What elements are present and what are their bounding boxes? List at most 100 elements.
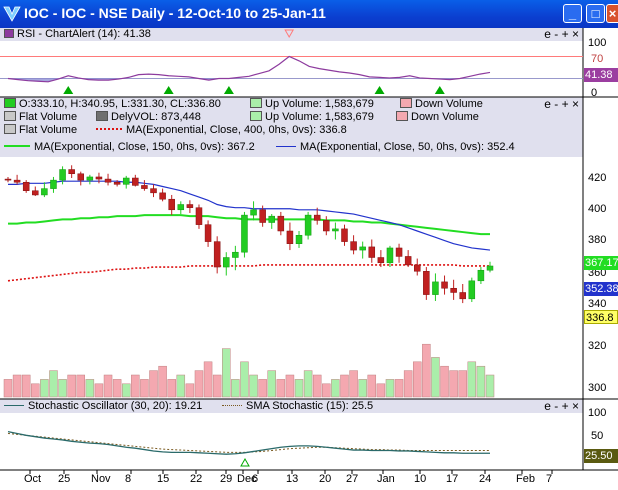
candle-body [4,178,12,181]
volume-bar [231,379,240,398]
volume-bar [249,374,258,398]
volume-bar [440,365,449,398]
volume-bar [76,374,86,398]
volume-bar [67,374,76,398]
chart-plot [0,28,618,474]
x-axis-label: 20 [319,473,332,485]
candle-body [295,234,303,244]
candle-body [204,224,212,242]
rsi-tick-100: 100 [588,37,607,49]
candle-body [159,192,166,200]
volume-bar [476,365,486,398]
candle-body [423,271,430,295]
rsi-sell-arrow-icon [284,29,295,39]
candle-body [213,241,221,268]
volume-bar [303,370,313,398]
candle-body [32,190,39,196]
volume-bar [285,374,295,398]
x-axis-label: 25 [58,473,71,485]
candle-body [195,207,203,225]
candle-body [250,209,257,216]
candle-body [50,179,57,189]
candle-body [150,188,157,194]
volume-bar [167,379,176,398]
volume-bar [322,383,331,398]
x-axis-label: 13 [286,473,299,485]
candle-body [441,281,448,289]
candle-body [395,247,403,257]
volume-bar [31,383,40,398]
volume-bar [140,379,149,398]
rsi-buy-arrow-icon [434,86,445,94]
volume-bar [331,379,340,398]
volume-bar [358,379,367,398]
candle-body [22,181,30,191]
volume-bar [485,374,495,398]
x-axis-label: Oct [24,473,42,485]
candle-body [341,228,348,242]
volume-bar [176,374,186,398]
price-tick-380: 380 [588,234,607,246]
volume-bar [149,370,158,398]
rsi-buy-arrow-icon [63,86,74,94]
volume-bar [49,370,58,398]
volume-bar [158,365,167,398]
candle-body [268,215,275,223]
volume-bar [222,348,231,398]
candle-body [259,209,266,223]
candle-body [323,220,330,232]
rsi-buy-arrow-icon [374,86,385,94]
volume-bar [3,379,13,398]
stoch-tick-100: 100 [588,407,607,419]
candle-body [168,198,175,211]
ma150-value-badge: 367.17 [584,256,618,270]
close-value-badge: 336.8 [584,310,618,324]
x-axis-label: 15 [157,473,170,485]
volume-bar [349,370,358,398]
candle-body [86,176,94,181]
volume-bar [12,374,22,398]
stoch-value-badge: 25.50 [584,449,618,463]
candle-body [459,292,466,300]
candle-body [132,177,139,186]
volume-bar [312,374,322,398]
candle-body [95,176,103,180]
candle-body [432,281,439,295]
x-axis-label: 24 [479,473,492,485]
x-axis-label: 22 [190,473,203,485]
volume-bar [121,383,131,398]
candle-body [468,280,476,300]
candle-body [277,215,285,232]
candle-body [332,228,339,232]
x-axis-label: 7 [546,473,553,485]
volume-bar [103,374,113,398]
candle-body [13,179,21,183]
volume-bar [276,379,286,398]
rsi-buy-arrow-icon [223,86,234,94]
volume-bar [431,357,440,398]
candle-body [304,214,312,236]
price-tick-300: 300 [588,382,607,394]
volume-bar [240,361,249,398]
candle-body [232,251,239,258]
volume-bar [112,379,122,398]
x-axis-label: Feb [516,473,535,485]
sma-stochastic-line [7,432,490,453]
volume-bar [40,379,49,398]
rsi-tick-0: 0 [591,87,598,99]
x-axis-label: 27 [346,473,359,485]
volume-bar [185,383,195,398]
candle-body [404,256,412,266]
stochastic-line [7,431,490,455]
x-axis-label: 8 [125,473,132,485]
x-axis-label: 29 [220,473,233,485]
rsi-tick-70: 70 [591,53,604,65]
candle-body [377,257,385,264]
candle-body [186,204,194,208]
volume-bar [449,370,458,398]
candle-body [350,241,357,251]
candle-body [413,264,421,272]
x-axis: Oct 25 Nov 8 15 22 29 Dec 6 13 20 27 Jan 10 17 24 Feb 7 [0,473,583,490]
candle-body [59,169,66,181]
x-axis-label: 6 [252,473,259,485]
